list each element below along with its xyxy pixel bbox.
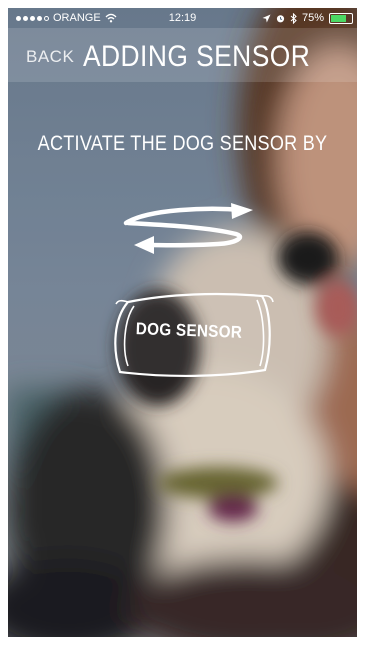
page-title: ADDING SENSOR: [83, 40, 311, 73]
app-screen: ORANGE 12:19 75% BACK ADDING SENSOR ACTI…: [8, 8, 357, 637]
alarm-icon: [276, 14, 285, 22]
battery-percent: 75%: [301, 12, 324, 24]
bluetooth-icon: [290, 12, 297, 24]
location-arrow-icon: [262, 14, 271, 22]
status-right: 75%: [262, 12, 353, 24]
shake-arrows-icon: [123, 203, 253, 254]
battery-level: [331, 14, 346, 22]
back-button[interactable]: BACK: [26, 47, 74, 67]
instruction-text: ACTIVATE THE DOG SENSOR BY: [37, 132, 328, 155]
battery-icon: [329, 12, 353, 24]
navigation-bar: BACK ADDING SENSOR: [8, 28, 357, 82]
status-bar: ORANGE 12:19 75%: [8, 8, 357, 28]
